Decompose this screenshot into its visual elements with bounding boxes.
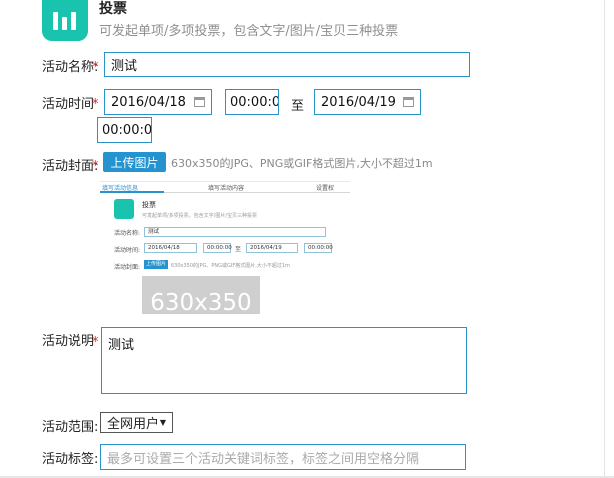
end-time-input[interactable]: 00:00:00 (97, 117, 152, 143)
upload-image-button[interactable]: 上传图片 (103, 152, 166, 172)
dropdown-caret-icon: ▼ (159, 418, 166, 427)
activity-cover-label: 活动封面: (42, 159, 99, 174)
preview-title: 投票 (142, 201, 156, 209)
vote-app-icon (42, 0, 88, 41)
activity-tags-input[interactable]: 最多可设置三个活动关键词标签，标签之间用空格分隔 (100, 444, 466, 470)
required-mark: * (92, 335, 99, 350)
scrollbar-track[interactable] (604, 0, 605, 478)
preview-time-label: 活动时间: (114, 247, 141, 254)
preview-tab-2: 填写活动内容 (208, 185, 245, 192)
preview-vote-icon (114, 199, 134, 219)
preview-placeholder-image: 630x350 (142, 276, 260, 314)
activity-scope-select[interactable]: 全网用户 ▼ (100, 412, 173, 433)
calendar-icon[interactable] (194, 97, 205, 107)
bar-chart-icon-bar (71, 12, 76, 30)
start-date-input[interactable]: 2016/04/18 (104, 89, 212, 115)
activity-description-textarea[interactable]: 测试 (101, 327, 467, 394)
upload-hint: 630x350的JPG、PNG或GIF格式图片,大小不超过1m (171, 157, 433, 170)
bar-chart-icon (53, 12, 58, 30)
preview-placeholder-text: 630x350 (150, 290, 252, 314)
preview-separator: 至 (235, 246, 242, 253)
preview-hint: 630x350的JPG、PNG或GIF格式图片,大小不超过1m (171, 263, 290, 269)
activity-tags-label: 活动标签: (42, 452, 99, 467)
preview-start-date: 2016/04/18 (144, 243, 197, 253)
activity-name-label: 活动名称: (42, 60, 99, 75)
preview-start-time: 00:00:00 (203, 243, 232, 253)
bar-chart-icon-bar (62, 17, 67, 30)
page-title: 投票 (99, 1, 127, 17)
preview-name-field: 测试 (144, 227, 326, 237)
calendar-icon[interactable] (403, 97, 414, 107)
activity-description-label: 活动说明 (42, 334, 95, 349)
activity-time-label: 活动时间 (42, 97, 95, 112)
page-subtitle: 可发起单项/多项投票，包含文字/图片/宝贝三种投票 (99, 24, 399, 39)
preview-tab-3: 设置权 (316, 185, 335, 192)
preview-tab-1: 填写活动信息 (102, 185, 139, 192)
activity-scope-label: 活动范围: (42, 420, 99, 435)
activity-scope-value: 全网用户 (107, 417, 160, 432)
end-date-value: 2016/04/19 (321, 94, 396, 110)
preview-upload-button: 上传图片 (144, 260, 168, 269)
date-range-separator: 至 (291, 99, 305, 114)
preview-end-time: 00:00:00 (304, 243, 333, 253)
start-date-value: 2016/04/18 (111, 94, 186, 110)
preview-name-label: 活动名称: (114, 230, 141, 237)
start-time-input[interactable]: 00:00:00 (225, 89, 279, 115)
preview-subtitle: 可发起单项/多项投票，包含文字/图片/宝贝三种投票 (142, 213, 258, 219)
activity-name-input[interactable]: 测试 (104, 52, 470, 77)
required-mark: * (92, 60, 99, 75)
end-date-input[interactable]: 2016/04/19 (314, 89, 421, 115)
preview-end-date: 2016/04/19 (246, 243, 298, 253)
cover-preview-image: 填写活动信息 填写活动内容 设置权 投票 可发起单项/多项投票，包含文字/图片/… (100, 181, 350, 314)
required-mark: * (92, 97, 99, 112)
preview-cover-label: 活动封面: (114, 264, 141, 271)
required-mark: * (92, 159, 99, 174)
